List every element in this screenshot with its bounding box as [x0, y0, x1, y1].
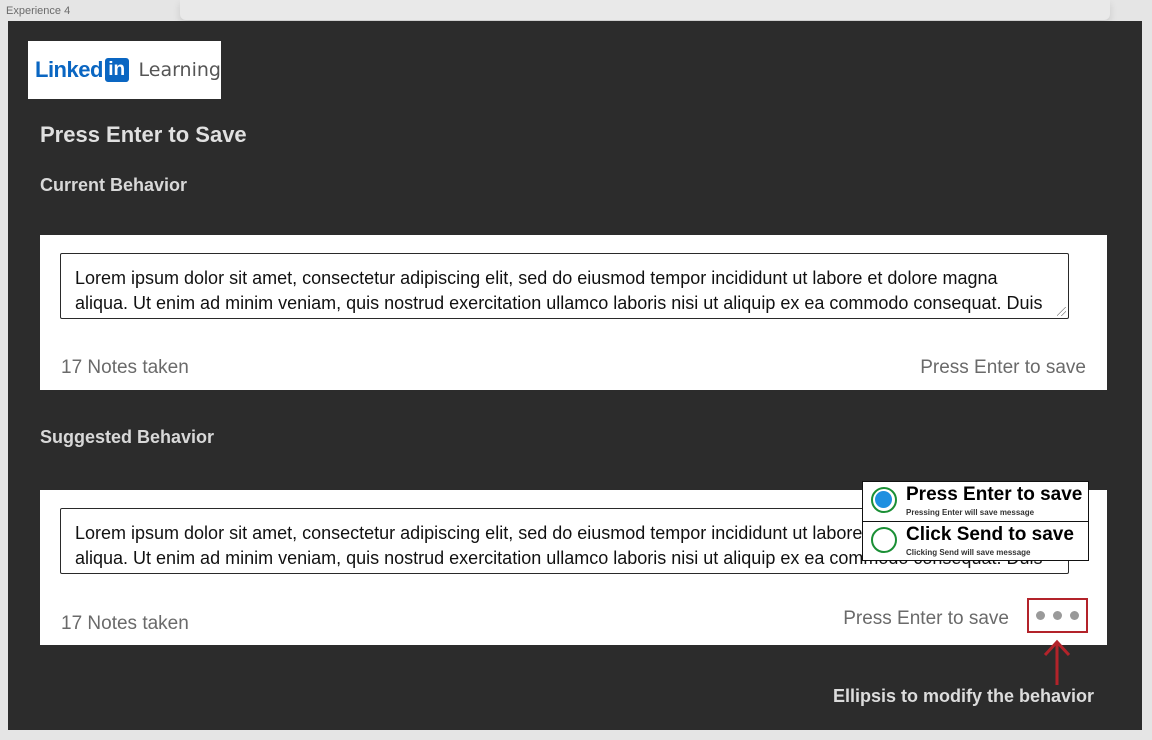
suggested-notes-panel: Lorem ipsum dolor sit amet, consectetur …: [40, 481, 1107, 645]
resize-handle-icon[interactable]: [1057, 307, 1066, 316]
canvas: Linked in Learning Press Enter to Save C…: [8, 21, 1142, 730]
ellipsis-dot-icon: [1070, 611, 1079, 620]
radio-unselected-icon[interactable]: [871, 527, 897, 553]
option-subtitle: Clicking Send will save message: [906, 548, 1031, 557]
ellipsis-menu-button[interactable]: [1027, 598, 1088, 633]
current-notes-panel: Lorem ipsum dolor sit amet, consectetur …: [40, 235, 1107, 390]
enter-hint: Press Enter to save: [843, 608, 1009, 629]
arrow-up-icon: [1043, 639, 1071, 685]
radio-selected-icon[interactable]: [871, 487, 897, 513]
option-title: Click Send to save: [906, 524, 1074, 545]
logo-wordmark: Linked: [35, 57, 103, 82]
overlay-shadow: [180, 0, 1110, 20]
linkedin-learning-logo: Linked in Learning: [28, 41, 221, 99]
notes-count: 17 Notes taken: [61, 357, 189, 378]
logo-product-name: Learning: [138, 59, 222, 81]
note-textarea[interactable]: Lorem ipsum dolor sit amet, consectetur …: [60, 253, 1069, 319]
page-title: Press Enter to Save: [40, 122, 247, 147]
frame-label: Experience 4: [6, 5, 71, 17]
notes-count: 17 Notes taken: [61, 613, 189, 634]
option-click-send[interactable]: Click Send to save Clicking Send will sa…: [863, 521, 1088, 560]
option-title: Press Enter to save: [906, 484, 1083, 505]
option-subtitle: Pressing Enter will save message: [906, 508, 1035, 517]
logo-in-badge: in: [104, 58, 129, 82]
enter-hint: Press Enter to save: [920, 357, 1086, 378]
ellipsis-dot-icon: [1036, 611, 1045, 620]
current-behavior-heading: Current Behavior: [40, 175, 188, 195]
option-press-enter[interactable]: Press Enter to save Pressing Enter will …: [863, 482, 1088, 521]
note-text: Lorem ipsum dolor sit amet, consectetur …: [75, 268, 1043, 313]
suggested-behavior-heading: Suggested Behavior: [40, 427, 215, 447]
annotation-text: Ellipsis to modify the behavior: [832, 686, 1094, 706]
ellipsis-dot-icon: [1053, 611, 1062, 620]
save-behavior-menu: Press Enter to save Pressing Enter will …: [862, 481, 1089, 561]
